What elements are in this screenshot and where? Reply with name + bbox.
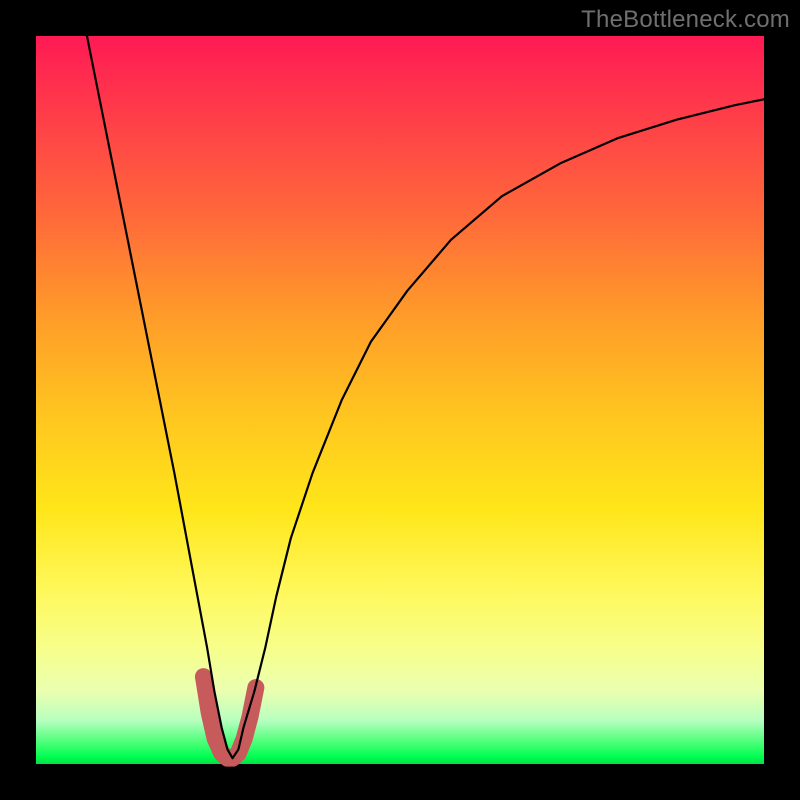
sweet-spot-band — [203, 677, 255, 759]
chart-frame: TheBottleneck.com — [0, 0, 800, 800]
watermark-text: TheBottleneck.com — [581, 6, 790, 34]
bottleneck-curve — [87, 36, 764, 758]
curve-layer — [36, 36, 764, 764]
plot-area — [36, 36, 764, 764]
